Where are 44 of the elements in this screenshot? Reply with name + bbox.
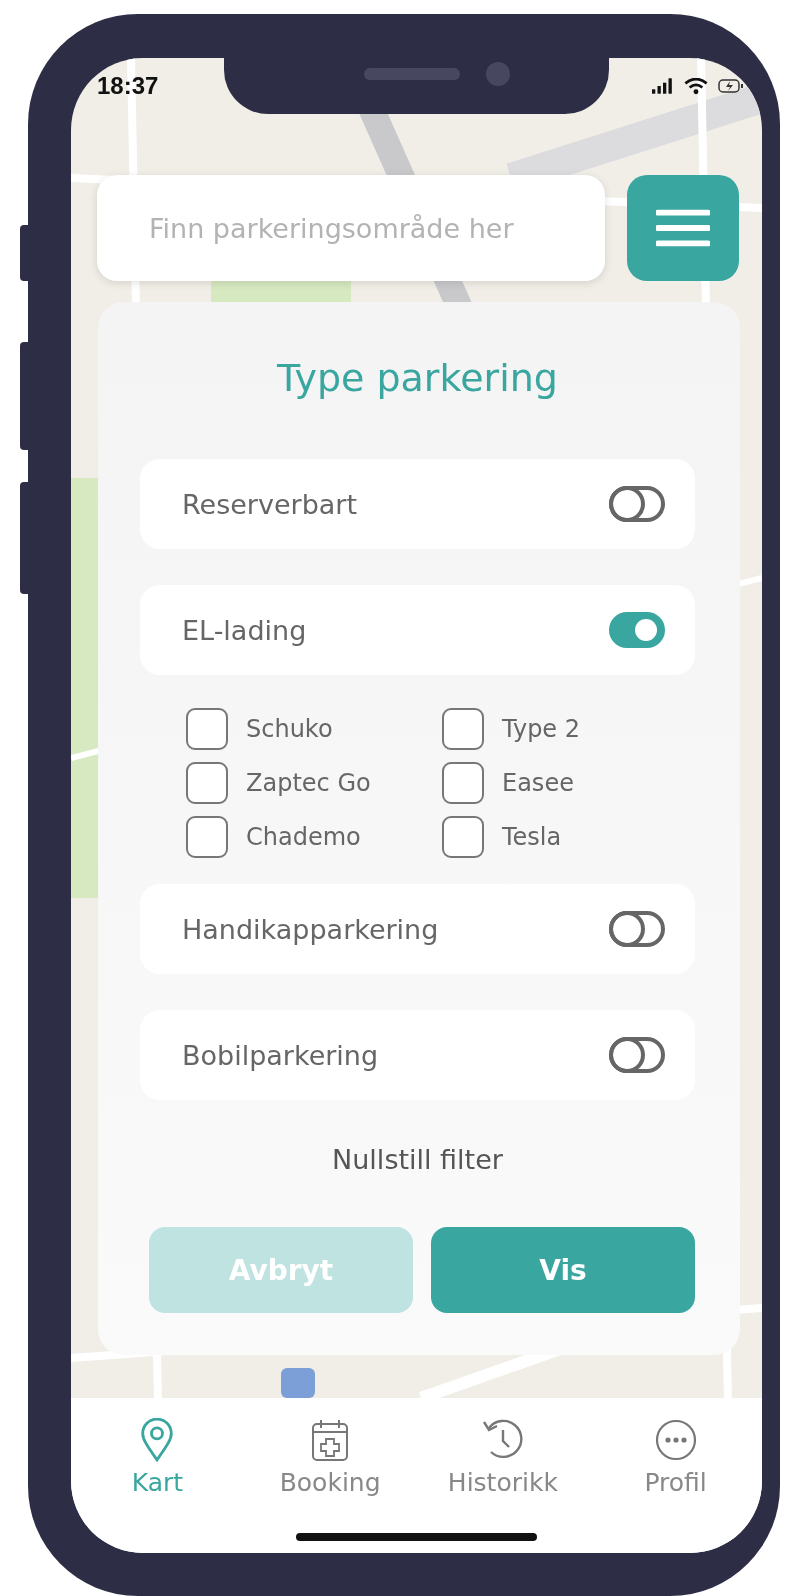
tab-label: Profil: [644, 1468, 707, 1497]
toggle-switch[interactable]: [609, 911, 665, 947]
checkbox-label: Schuko: [246, 715, 333, 743]
option-row[interactable]: EL-lading: [140, 585, 695, 675]
option-label: Reserverbart: [182, 488, 357, 520]
search-field[interactable]: Finn parkeringsområde her: [97, 175, 605, 281]
menu-icon: [656, 208, 710, 248]
tab[interactable]: Historikk: [416, 1418, 590, 1497]
checkbox[interactable]: [186, 708, 228, 750]
status-time: 18:37: [97, 72, 159, 100]
checkbox-label: Easee: [502, 769, 574, 797]
checkbox[interactable]: [186, 816, 228, 858]
tab[interactable]: Kart: [71, 1418, 244, 1497]
option-label: Bobilparkering: [182, 1039, 379, 1071]
checkbox[interactable]: [442, 708, 484, 750]
reset-filter-link[interactable]: Nullstill filter: [332, 1144, 503, 1175]
tab-label: Booking: [279, 1468, 381, 1497]
toggle-switch[interactable]: [609, 612, 665, 648]
option-row[interactable]: Handikapparkering: [140, 884, 695, 974]
checkbox[interactable]: [186, 762, 228, 804]
toggle-switch[interactable]: [609, 1037, 665, 1073]
checkbox[interactable]: [442, 762, 484, 804]
checkbox-label: Type 2: [502, 715, 581, 743]
tab[interactable]: Profil: [589, 1418, 762, 1497]
tab-label: Kart: [131, 1468, 184, 1497]
menu-button[interactable]: [627, 175, 739, 281]
option-label: Handikapparkering: [182, 913, 439, 945]
option-row[interactable]: Reserverbart: [140, 459, 695, 549]
signal-icon: [652, 78, 674, 94]
camera-dot: [486, 62, 510, 86]
option-row[interactable]: Bobilparkering: [140, 1010, 695, 1100]
checkbox-label: Tesla: [502, 823, 562, 851]
show-button[interactable]: Vis: [431, 1227, 695, 1313]
checkbox[interactable]: [442, 816, 484, 858]
checkbox-label: Chademo: [246, 823, 361, 851]
battery-icon: [718, 78, 744, 94]
tab[interactable]: Booking: [243, 1418, 417, 1497]
panel-title: Type parkering: [276, 355, 559, 402]
more-icon: [653, 1418, 698, 1462]
tab-label: Historikk: [447, 1468, 558, 1497]
checkbox-label: Zaptec Go: [246, 769, 371, 797]
toggle-switch[interactable]: [609, 486, 665, 522]
option-label: EL-lading: [182, 614, 307, 646]
wifi-icon: [684, 77, 708, 95]
